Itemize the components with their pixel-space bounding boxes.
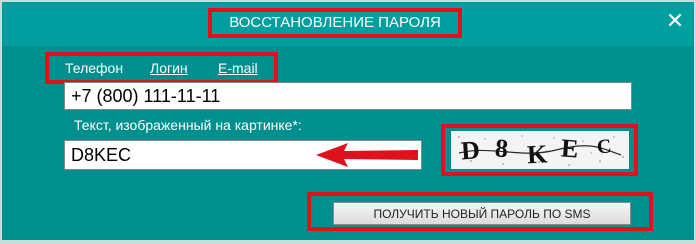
captcha-char: E: [560, 133, 579, 163]
captcha-char: 8: [494, 133, 509, 163]
get-new-password-sms-button[interactable]: ПОЛУЧИТЬ НОВЫЙ ПАРОЛЬ ПО SMS: [333, 202, 631, 225]
recovery-method-tabs: Телефон Логин E-mail: [45, 52, 278, 84]
tab-email[interactable]: E-mail: [218, 60, 258, 76]
arrow-icon: [316, 143, 418, 167]
captcha-char: C: [596, 135, 613, 158]
tab-phone[interactable]: Телефон: [65, 60, 123, 76]
dialog-title: ВОССТАНОВЛЕНИЕ ПАРОЛЯ: [208, 8, 462, 38]
captcha-char: D: [460, 135, 481, 165]
phone-input[interactable]: [64, 82, 632, 110]
captcha-char: K: [526, 139, 548, 169]
captcha-label: Текст, изображенный на картинке*:: [74, 117, 302, 133]
tab-login[interactable]: Логин: [150, 60, 188, 76]
close-icon[interactable]: ✕: [664, 10, 686, 32]
captcha-image: D 8 K E C: [451, 131, 629, 169]
